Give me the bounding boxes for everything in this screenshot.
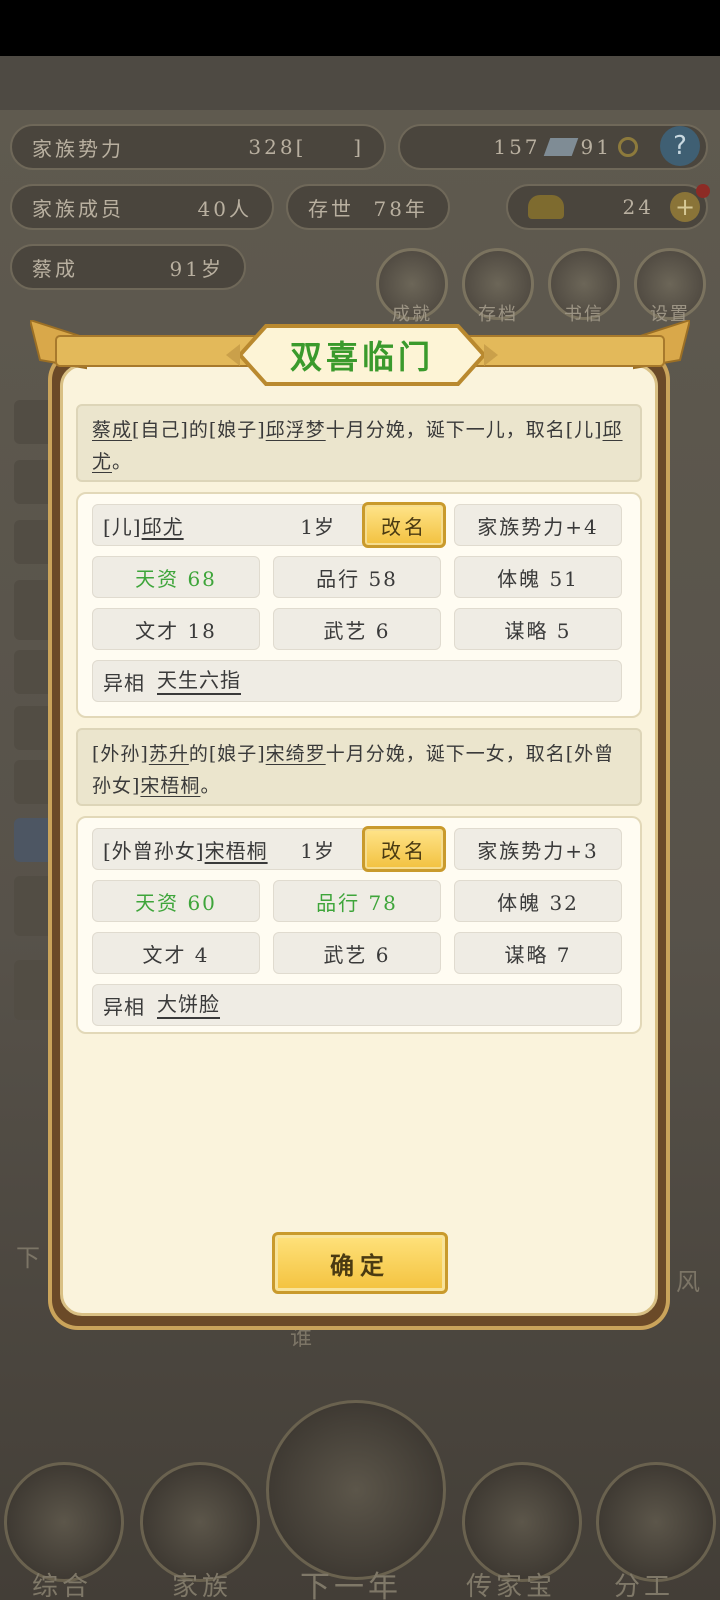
talent-stat: 天资 60 [92,880,260,922]
child-age: 1岁 [300,838,335,863]
trait-label: 异相 [103,994,145,1019]
existence-label: 存世 [308,196,354,221]
child-name: [儿]邱尤 [103,514,184,539]
side-char-left: 下 [16,1244,40,1272]
family-power-label: 家族势力 [32,136,124,161]
martial-stat: 武艺 6 [273,932,441,974]
nav-heirloom-icon[interactable] [462,1462,582,1582]
members-stat: 家族成员 40人 [10,184,274,230]
nav-next-year-icon[interactable] [266,1400,446,1580]
birth-announcement-1: 蔡成[自己]的[娘子]邱浮梦十月分娩，诞下一儿，取名[儿]邱尤。 [76,404,642,482]
physique-stat: 体魄 32 [454,880,622,922]
side-char-right: 风 [676,1268,700,1296]
gold-value: 24 [622,195,654,219]
child-card-1: [儿]邱尤 1岁 改名 家族势力+4 天资 68 品行 58 体魄 51 文才 … [76,492,642,718]
family-power-stat: 家族势力 328[ ] [10,124,386,170]
help-icon[interactable]: ? [660,126,700,166]
trait-row: 异相 天生六指 [92,660,622,702]
add-gold-icon[interactable]: + [670,192,700,222]
character-stat: 品行 78 [273,880,441,922]
rename-button[interactable]: 改名 [362,502,446,548]
coin-icon [618,137,638,157]
trait-label: 异相 [103,670,145,695]
literary-stat: 文才 4 [92,932,260,974]
leader-age: 91岁 [169,256,224,281]
rename-button[interactable]: 改名 [362,826,446,872]
silver-icon [543,138,578,156]
martial-stat: 武艺 6 [273,608,441,650]
child-age: 1岁 [300,514,335,539]
trait-value: 天生六指 [157,667,241,695]
birth-announcement-2: [外孙]苏升的[娘子]宋绮罗十月分娩，诞下一女，取名[外曾孙女]宋梧桐。 [76,728,642,806]
leader-name: 蔡成 [32,256,78,281]
existence-value: 78年 [373,196,428,221]
trait-row: 异相 大饼脸 [92,984,622,1026]
family-power-gain: 家族势力+3 [454,828,622,870]
confirm-button[interactable]: 确定 [272,1232,448,1294]
strategy-stat: 谋略 5 [454,608,622,650]
status-bar [0,0,720,56]
child-card-2: [外曾孙女]宋梧桐 1岁 改名 家族势力+3 天资 60 品行 78 体魄 32… [76,816,642,1034]
nav-overview[interactable]: 综合 [32,1566,92,1600]
resource-b-value: 91 [580,135,612,159]
existence-stat: 存世 78年 [286,184,450,230]
strategy-stat: 谋略 7 [454,932,622,974]
nav-family[interactable]: 家族 [172,1566,232,1600]
family-power-value-group: 328[ ] [248,135,364,159]
members-value: 40人 [197,196,252,221]
family-power-gain: 家族势力+4 [454,504,622,546]
character-stat: 品行 58 [273,556,441,598]
talent-stat: 天资 68 [92,556,260,598]
nav-assignment-icon[interactable] [596,1462,716,1582]
nav-assignment[interactable]: 分工 [614,1566,674,1600]
dialog-title: 双喜临门 [289,338,434,376]
members-label: 家族成员 [32,196,124,221]
leader-stat: 蔡成 91岁 [10,244,246,290]
nav-overview-icon[interactable] [4,1462,124,1582]
nav-next-year[interactable]: 下一年 [300,1562,402,1600]
notification-dot [696,184,710,198]
gold-ingot-icon [528,195,564,219]
literary-stat: 文才 18 [92,608,260,650]
nav-heirloom[interactable]: 传家宝 [466,1566,556,1600]
resource-a-value: 157 [493,135,541,159]
app-header [0,56,720,110]
physique-stat: 体魄 51 [454,556,622,598]
nav-family-icon[interactable] [140,1462,260,1582]
child-name: [外曾孙女]宋梧桐 [103,838,268,863]
trait-value: 大饼脸 [157,991,220,1019]
